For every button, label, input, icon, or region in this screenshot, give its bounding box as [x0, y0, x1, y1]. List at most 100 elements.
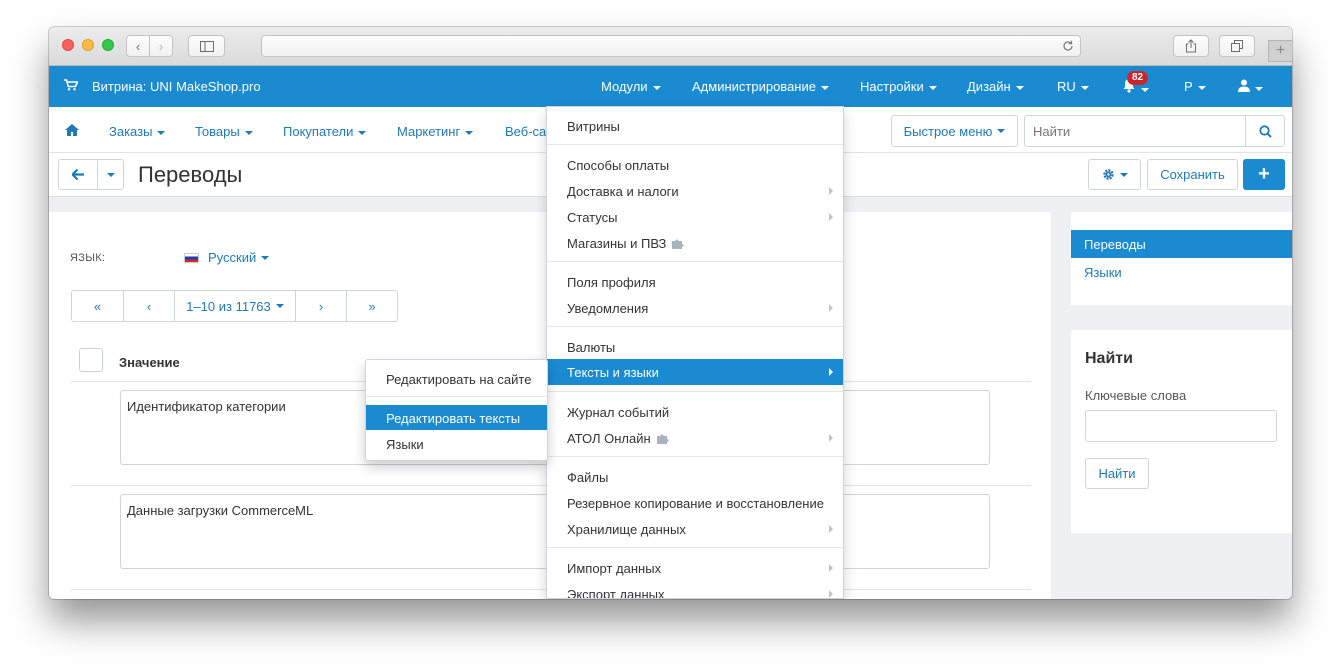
- menu-administration[interactable]: Администрирование: [692, 79, 829, 94]
- menu-item-label: Магазины и ПВЗ: [567, 236, 667, 251]
- share-button[interactable]: [1173, 35, 1209, 57]
- search-input[interactable]: [1024, 115, 1246, 147]
- sidebar-item-translations[interactable]: Переводы: [1071, 230, 1292, 258]
- browser-sidebar-button[interactable]: [188, 35, 225, 57]
- back-button[interactable]: [58, 159, 98, 190]
- caret-down-icon: [928, 85, 937, 90]
- settings-dropdown-button[interactable]: [1088, 159, 1141, 190]
- arrow-left-icon: [72, 169, 84, 180]
- menu-item-backup-restore[interactable]: Резервное копирование и восстановление: [547, 490, 843, 516]
- home-icon[interactable]: [65, 124, 79, 136]
- next-page-button[interactable]: ›: [295, 291, 346, 321]
- menu-item-stores-pickup[interactable]: Магазины и ПВЗ: [547, 230, 843, 256]
- first-page-button[interactable]: «: [72, 291, 123, 321]
- menu-item-statuses[interactable]: Статусы: [547, 204, 843, 230]
- menu-separator: [547, 261, 843, 262]
- submenu-item-edit-texts[interactable]: Редактировать тексты: [366, 405, 547, 430]
- menu-item-label: Способы оплаты: [567, 158, 670, 173]
- browser-back-button[interactable]: ‹: [126, 35, 150, 57]
- nav-products[interactable]: Товары: [195, 124, 253, 139]
- menu-item-texts-languages[interactable]: Тексты и языки: [547, 359, 843, 385]
- sidebar-search-button[interactable]: Найти: [1085, 458, 1149, 489]
- page-range-dropdown[interactable]: 1–10 из 11763: [174, 291, 295, 321]
- menu-item-atol-online[interactable]: АТОЛ Онлайн: [547, 425, 843, 451]
- menu-item-label: Тексты и языки: [567, 365, 659, 380]
- last-page-button[interactable]: »: [346, 291, 397, 321]
- menu-item-label: Резервное копирование и восстановление: [567, 496, 824, 511]
- search-icon: [1258, 124, 1272, 138]
- profile-menu[interactable]: Р: [1184, 79, 1206, 94]
- menu-item-event-log[interactable]: Журнал событий: [547, 399, 843, 425]
- browser-forward-button[interactable]: ›: [149, 35, 173, 57]
- add-button[interactable]: +: [1243, 159, 1285, 190]
- menu-language[interactable]: RU: [1057, 79, 1089, 94]
- minimize-window-button[interactable]: [82, 39, 94, 51]
- browser-window: ‹ › + Витрина: UNI MakeShop.pro Модули А…: [49, 27, 1292, 599]
- new-tab-button[interactable]: +: [1268, 40, 1292, 62]
- sidebar-search: Найти Ключевые слова Найти: [1071, 330, 1292, 533]
- menu-modules[interactable]: Модули: [601, 79, 661, 94]
- chevron-right-icon: ›: [158, 38, 164, 54]
- menu-item-shipping-taxes[interactable]: Доставка и налоги: [547, 178, 843, 204]
- submenu-item-edit-on-site[interactable]: Редактировать на сайте: [366, 366, 547, 391]
- submenu-arrow-icon: [829, 304, 833, 312]
- menu-item-label: Журнал событий: [567, 405, 670, 420]
- menu-item-storefronts[interactable]: Витрины: [547, 113, 843, 139]
- nav-website[interactable]: Веб-са: [505, 124, 546, 139]
- nav-customers-label: Покупатели: [283, 124, 354, 139]
- menu-item-profile-fields[interactable]: Поля профиля: [547, 269, 843, 295]
- nav-customers[interactable]: Покупатели: [283, 124, 367, 139]
- menu-item-label: Поля профиля: [567, 275, 656, 290]
- menu-item-data-storage[interactable]: Хранилище данных: [547, 516, 843, 542]
- address-bar[interactable]: [261, 35, 1081, 57]
- keywords-input[interactable]: [1085, 410, 1277, 442]
- menu-item-label: Статусы: [567, 210, 618, 225]
- menu-separator: [547, 456, 843, 457]
- sidebar-icon: [199, 40, 214, 52]
- show-tabs-button[interactable]: [1219, 35, 1255, 57]
- menu-settings[interactable]: Настройки: [860, 79, 937, 94]
- menu-item-payment-methods[interactable]: Способы оплаты: [547, 152, 843, 178]
- caret-down-icon: [244, 130, 253, 135]
- plus-icon: +: [1275, 42, 1286, 59]
- menu-design[interactable]: Дизайн: [967, 79, 1024, 94]
- submenu-arrow-icon: [829, 525, 833, 533]
- sidebar-item-languages[interactable]: Языки: [1084, 265, 1122, 280]
- nav-marketing[interactable]: Маркетинг: [397, 124, 474, 139]
- caret-down-icon: [652, 85, 661, 90]
- quick-menu-label: Быстрое меню: [903, 123, 993, 139]
- language-select[interactable]: Русский: [184, 250, 270, 265]
- submenu-arrow-icon: [829, 434, 833, 442]
- keywords-label: Ключевые слова: [1085, 388, 1187, 403]
- quick-menu-button[interactable]: Быстрое меню: [891, 115, 1018, 147]
- menu-item-notifications[interactable]: Уведомления: [547, 295, 843, 321]
- save-button[interactable]: Сохранить: [1147, 159, 1238, 190]
- menu-item-currencies[interactable]: Валюты: [547, 334, 843, 360]
- russia-flag-icon: [184, 252, 199, 263]
- menu-item-import-data[interactable]: Импорт данных: [547, 555, 843, 581]
- cart-icon: [64, 79, 78, 91]
- menu-item-label: Экспорт данных: [567, 587, 665, 599]
- menu-separator: [366, 396, 547, 397]
- close-window-button[interactable]: [62, 39, 74, 51]
- search-button[interactable]: [1245, 115, 1285, 147]
- menu-item-label: Валюты: [567, 340, 616, 355]
- menu-item-export-data[interactable]: Экспорт данных: [547, 581, 843, 599]
- select-all-checkbox[interactable]: [79, 348, 103, 372]
- reload-icon[interactable]: [1062, 40, 1074, 52]
- user-menu[interactable]: [1238, 79, 1263, 95]
- nav-orders[interactable]: Заказы: [109, 124, 166, 139]
- nav-marketing-label: Маркетинг: [397, 124, 461, 139]
- menu-separator: [547, 326, 843, 327]
- prev-page-button[interactable]: ‹: [123, 291, 174, 321]
- zoom-window-button[interactable]: [102, 39, 114, 51]
- menu-modules-label: Модули: [601, 79, 648, 94]
- menu-item-label: Файлы: [567, 470, 609, 485]
- back-dropdown-button[interactable]: [97, 159, 124, 190]
- menu-item-files[interactable]: Файлы: [547, 464, 843, 490]
- puzzle-icon: [656, 434, 669, 444]
- chevron-left-icon: ‹: [135, 38, 141, 54]
- storefront-link[interactable]: Витрина: UNI MakeShop.pro: [92, 79, 261, 94]
- submenu-item-languages[interactable]: Языки: [366, 431, 547, 456]
- caret-down-icon: [465, 130, 474, 135]
